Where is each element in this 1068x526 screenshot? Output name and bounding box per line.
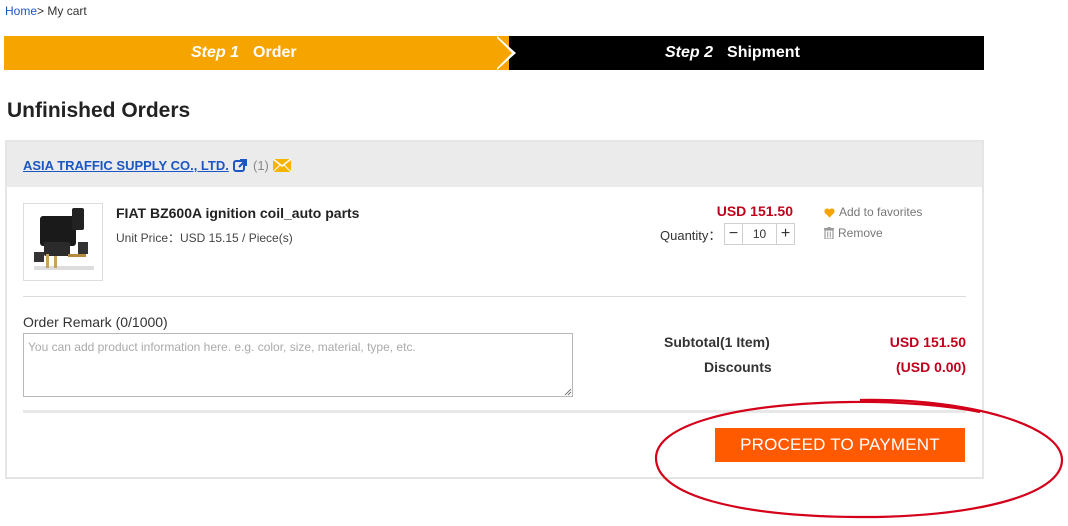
quantity-increase-button[interactable]: + [776,224,794,244]
divider [23,410,966,413]
mail-icon[interactable] [272,158,292,173]
discounts-value: (USD 0.00) [895,359,966,375]
quantity-decrease-button[interactable]: − [725,224,743,244]
quantity-stepper: − + [724,223,795,245]
order-remark-textarea[interactable] [23,333,573,397]
order-panel: ASIA TRAFFIC SUPPLY CO., LTD. (1) FIAT B… [5,140,984,479]
remove-item-link[interactable]: Remove [824,226,883,240]
step-label: Order [253,44,297,61]
product-image[interactable] [23,203,103,281]
checkout-steps: Step 2 Shipment Step 1 Order [4,36,984,70]
step-arrow-point [495,36,512,70]
quantity-input[interactable] [744,224,775,244]
breadcrumb-current: My cart [47,4,87,18]
unit-price: Unit Price：USD 15.15 / Piece(s) [116,231,293,245]
step-number: Step 2 [665,44,714,61]
resize-grip-icon[interactable] [563,387,572,396]
heart-icon [824,208,835,218]
divider [23,296,966,297]
supplier-bar: ASIA TRAFFIC SUPPLY CO., LTD. (1) [7,142,982,187]
subtotal-label: Subtotal(1 Item) [664,334,770,350]
external-link-icon[interactable] [233,158,248,173]
step-order: Step 1 Order [4,36,509,70]
proceed-to-payment-button[interactable]: PROCEED TO PAYMENT [715,428,965,462]
step-number: Step 1 [191,44,240,61]
product-name[interactable]: FIAT BZ600A ignition coil_auto parts [116,205,359,221]
add-to-favorites-link[interactable]: Add to favorites [824,205,922,219]
breadcrumb: Home> My cart [5,4,87,18]
supplier-link[interactable]: ASIA TRAFFIC SUPPLY CO., LTD. [23,158,229,173]
subtotal-value: USD 151.50 [889,334,966,350]
breadcrumb-separator: > [37,4,45,18]
breadcrumb-home-link[interactable]: Home [5,4,37,18]
page-title: Unfinished Orders [7,99,191,122]
trash-icon [824,227,834,240]
step-shipment: Step 2 Shipment [499,36,984,70]
step-label: Shipment [727,44,800,61]
add-to-favorites-label: Add to favorites [839,205,923,219]
remove-label: Remove [838,226,883,240]
order-remark-label: Order Remark (0/1000) [23,314,168,330]
supplier-item-count: (1) [253,158,269,173]
line-total-price: USD 151.50 [716,203,793,219]
discounts-label: Discounts [704,359,772,375]
quantity-label: Quantity： [660,228,722,243]
